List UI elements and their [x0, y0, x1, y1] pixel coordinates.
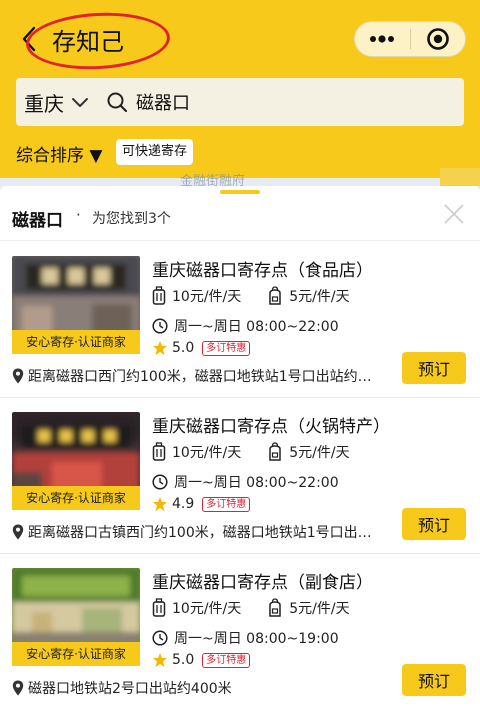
- mini-program-capsule: [354, 21, 466, 57]
- store-card[interactable]: 安心寄存·认证商家 重庆磁器口寄存点（副食店） 10元/件/天 5元/件/天 周…: [0, 554, 480, 710]
- book-button[interactable]: 预订: [402, 508, 466, 540]
- map-area-edge: [440, 168, 480, 186]
- store-name: 重庆磁器口寄存点（食品店）: [152, 261, 373, 281]
- rating-row: 5.0 多订特惠: [152, 340, 251, 356]
- address-row: 距离磁器口古镇西门约100米，磁器口地铁站1号口出…: [12, 522, 388, 542]
- store-card[interactable]: 安心寄存·认证商家 重庆磁器口寄存点（火锅特产） 10元/件/天 5元/件/天 …: [0, 398, 480, 554]
- store-name: 重庆磁器口寄存点（副食店）: [152, 573, 373, 593]
- search-bar: 重庆 磁器口: [16, 78, 464, 126]
- results-title: 磁器口: [12, 211, 63, 231]
- more-button[interactable]: [355, 21, 410, 57]
- city-label: 重庆: [24, 91, 64, 116]
- backpack-icon: [269, 598, 281, 617]
- address-row: 距离磁器口西门约100米，磁器口地铁站1号口出站约…: [12, 366, 388, 386]
- divider: [0, 240, 480, 241]
- promo-tag: 多订特惠: [202, 496, 251, 512]
- location-pin-icon: [12, 680, 24, 696]
- store-address: 距离磁器口古镇西门约100米，磁器口地铁站1号口出…: [28, 525, 372, 541]
- rating-score: 4.9: [172, 496, 195, 512]
- location-pin-icon: [12, 524, 24, 540]
- promo-tag: 多订特惠: [202, 340, 251, 356]
- store-address: 磁器口地铁站2号口出站约400米: [28, 681, 232, 697]
- price-row: 10元/件/天 5元/件/天: [152, 442, 350, 462]
- close-mini-program-button[interactable]: [410, 21, 465, 57]
- rating-row: 5.0 多订特惠: [152, 652, 251, 668]
- search-input[interactable]: 磁器口: [106, 89, 190, 115]
- rating-score: 5.0: [172, 652, 195, 668]
- book-button[interactable]: 预订: [402, 664, 466, 696]
- verified-merchant-badge: 安心寄存·认证商家: [12, 642, 140, 666]
- clock-icon: [152, 474, 168, 490]
- price-row: 10元/件/天 5元/件/天: [152, 286, 350, 306]
- small-item-price: 5元/件/天: [289, 601, 350, 617]
- store-name: 重庆磁器口寄存点（火锅特产）: [152, 417, 390, 437]
- large-item-price: 10元/件/天: [172, 289, 242, 305]
- close-icon[interactable]: [442, 202, 466, 226]
- large-item-price: 10元/件/天: [172, 445, 242, 461]
- hours-row: 周一~周日 08:00~22:00: [152, 316, 339, 336]
- results-separator-dot: ·: [76, 206, 81, 224]
- search-query: 磁器口: [136, 93, 190, 114]
- book-button[interactable]: 预订: [402, 352, 466, 384]
- hours-row: 周一~周日 08:00~22:00: [152, 472, 339, 492]
- target-circle-icon: [426, 28, 449, 50]
- city-selector[interactable]: 重庆: [16, 88, 102, 117]
- opening-hours: 周一~周日 08:00~22:00: [174, 475, 339, 491]
- rating-row: 4.9 多订特惠: [152, 496, 251, 512]
- opening-hours: 周一~周日 08:00~22:00: [174, 319, 339, 335]
- store-card[interactable]: 安心寄存·认证商家 重庆磁器口寄存点（食品店） 10元/件/天 5元/件/天 周…: [0, 242, 480, 398]
- luggage-icon: [152, 286, 166, 305]
- sort-dropdown[interactable]: 综合排序 ▼: [16, 141, 102, 166]
- drag-handle[interactable]: [220, 190, 260, 194]
- backpack-icon: [269, 286, 281, 305]
- backpack-icon: [269, 442, 281, 461]
- express-filter-chip[interactable]: 可快递寄存: [116, 139, 194, 165]
- address-row: 磁器口地铁站2号口出站约400米: [12, 678, 388, 698]
- search-icon: [107, 92, 128, 113]
- star-icon: [153, 341, 167, 355]
- luggage-icon: [152, 598, 166, 617]
- price-row: 10元/件/天 5元/件/天: [152, 598, 350, 618]
- clock-icon: [152, 318, 168, 334]
- store-address: 距离磁器口西门约100米，磁器口地铁站1号口出站约…: [28, 369, 372, 385]
- small-item-price: 5元/件/天: [289, 445, 350, 461]
- verified-merchant-badge: 安心寄存·认证商家: [12, 486, 140, 510]
- large-item-price: 10元/件/天: [172, 601, 242, 617]
- clock-icon: [152, 630, 168, 646]
- results-count: 为您找到3个: [92, 211, 171, 227]
- star-icon: [153, 653, 167, 667]
- chevron-down-icon: [72, 98, 88, 107]
- small-item-price: 5元/件/天: [289, 289, 350, 305]
- luggage-icon: [152, 442, 166, 461]
- rating-score: 5.0: [172, 340, 195, 356]
- hours-row: 周一~周日 08:00~19:00: [152, 628, 339, 648]
- location-pin-icon: [12, 368, 24, 384]
- opening-hours: 周一~周日 08:00~19:00: [174, 631, 339, 647]
- promo-tag: 多订特惠: [202, 652, 251, 668]
- verified-merchant-badge: 安心寄存·认证商家: [12, 330, 140, 354]
- results-panel: 磁器口 · 为您找到3个 安心寄存·认证商家 重庆磁器口寄存点（食品店） 10元…: [0, 186, 480, 716]
- more-dots-icon: [370, 35, 395, 43]
- star-icon: [153, 497, 167, 511]
